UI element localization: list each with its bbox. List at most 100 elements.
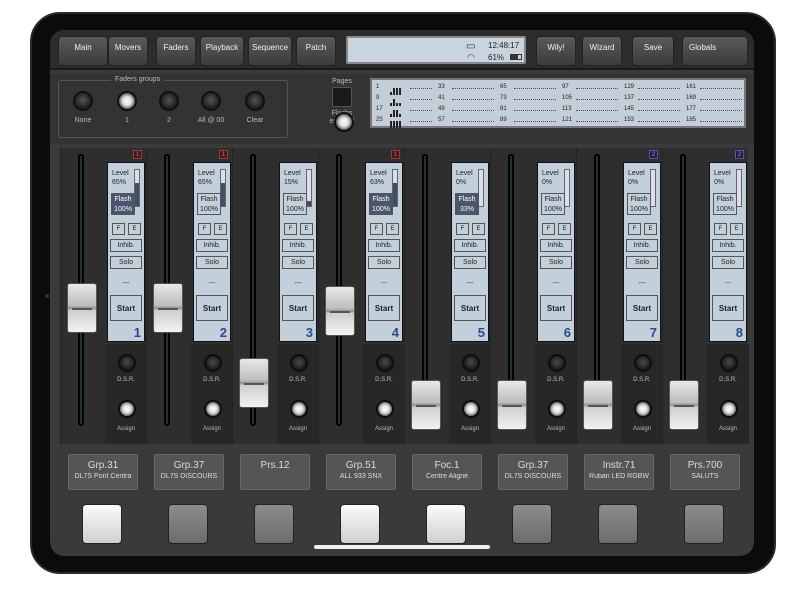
page-row[interactable]: 161 [684, 82, 744, 93]
toolbar-playback-button[interactable]: Playback [200, 36, 244, 66]
toolbar-movers-button[interactable]: Movers [108, 36, 148, 66]
page-row[interactable]: 129 [622, 82, 682, 93]
e-button[interactable]: E [730, 223, 743, 235]
page-row[interactable]: 73 [498, 93, 558, 104]
solo-button[interactable]: Solo [368, 256, 400, 269]
fader-handle[interactable] [239, 357, 269, 408]
flash-button[interactable]: Flash 33% [455, 193, 479, 215]
start-button[interactable]: Start [712, 295, 744, 321]
solo-button[interactable]: Solo [540, 256, 572, 269]
start-button[interactable]: Start [196, 295, 228, 321]
flash-pad-8[interactable] [684, 504, 724, 544]
fader-handle[interactable] [153, 282, 183, 333]
flash-button[interactable]: Flash 100% [369, 193, 393, 215]
flash-button[interactable]: Flash 100% [627, 193, 651, 215]
fader-handle[interactable] [497, 380, 527, 430]
fader-name-display[interactable]: Grp.37 DL7S DISCOURS [498, 454, 568, 490]
toolbar-main-button[interactable]: Main [58, 36, 108, 66]
flash-pad-5[interactable] [426, 504, 466, 544]
flash-button[interactable]: Flash 100% [111, 193, 135, 215]
page-row[interactable]: 49 [436, 104, 496, 115]
inhib-button[interactable]: Inhib. [368, 239, 400, 252]
page-row[interactable]: 25 [374, 115, 434, 128]
e-button[interactable]: E [300, 223, 313, 235]
page-row[interactable]: 57 [436, 115, 496, 126]
flash-button[interactable]: Flash 100% [541, 193, 565, 215]
dsr-knob[interactable] [290, 354, 308, 372]
flash-button[interactable]: Flash 100% [713, 193, 737, 215]
e-button[interactable]: E [472, 223, 485, 235]
inhib-button[interactable]: Inhib. [110, 239, 142, 252]
toolbar-wizard-button[interactable]: Wizard [582, 36, 622, 66]
group-knob-1[interactable] [117, 91, 137, 111]
fader-handle[interactable] [325, 285, 355, 336]
inhib-button[interactable]: Inhib. [540, 239, 572, 252]
assign-knob[interactable] [720, 400, 738, 418]
assign-knob[interactable] [548, 400, 566, 418]
assign-knob[interactable] [376, 400, 394, 418]
page-row[interactable]: 33 [436, 82, 496, 93]
flash-pad-1[interactable] [82, 504, 122, 544]
inhib-button[interactable]: Inhib. [712, 239, 744, 252]
flash-button[interactable]: Flash 100% [283, 193, 307, 215]
assign-knob[interactable] [204, 400, 222, 418]
page-row[interactable]: 105 [560, 93, 620, 104]
fader-handle[interactable] [583, 380, 613, 430]
flash-pad-4[interactable] [340, 504, 380, 544]
page-row[interactable]: 113 [560, 104, 620, 115]
page-row[interactable]: 177 [684, 104, 744, 115]
f-button[interactable]: F [370, 223, 383, 235]
inhib-button[interactable]: Inhib. [196, 239, 228, 252]
start-button[interactable]: Start [368, 295, 400, 321]
f-button[interactable]: F [112, 223, 125, 235]
e-button[interactable]: E [128, 223, 141, 235]
dsr-knob[interactable] [548, 354, 566, 372]
page-row[interactable]: 65 [498, 82, 558, 93]
solo-button[interactable]: Solo [282, 256, 314, 269]
dsr-knob[interactable] [118, 354, 136, 372]
page-row[interactable]: 1 [374, 82, 434, 95]
fader-handle[interactable] [411, 380, 441, 430]
toolbar-wily-button[interactable]: Wily! [536, 36, 576, 66]
fader-name-display[interactable]: Grp.31 DL7S Pont Centra [68, 454, 138, 490]
group-knob-4[interactable] [245, 91, 265, 111]
inhib-button[interactable]: Inhib. [626, 239, 658, 252]
dsr-knob[interactable] [376, 354, 394, 372]
fader-name-display[interactable]: Grp.51 ALL 933 SNX [326, 454, 396, 490]
solo-button[interactable]: Solo [712, 256, 744, 269]
fader-handle[interactable] [67, 282, 97, 333]
dsr-knob[interactable] [204, 354, 222, 372]
flash-pad-3[interactable] [254, 504, 294, 544]
page-row[interactable]: 169 [684, 93, 744, 104]
solo-button[interactable]: Solo [454, 256, 486, 269]
dsr-knob[interactable] [462, 354, 480, 372]
assign-knob[interactable] [634, 400, 652, 418]
page-row[interactable]: 9 [374, 93, 434, 106]
pages-button[interactable] [332, 87, 352, 107]
f-button[interactable]: F [456, 223, 469, 235]
flash-pad-6[interactable] [512, 504, 552, 544]
fader-handle[interactable] [669, 380, 699, 430]
flash-pad-7[interactable] [598, 504, 638, 544]
page-row[interactable]: 97 [560, 82, 620, 93]
toolbar-globals-button[interactable]: Globals [682, 36, 748, 66]
flash-pad-2[interactable] [168, 504, 208, 544]
solo-button[interactable]: Solo [110, 256, 142, 269]
e-button[interactable]: E [214, 223, 227, 235]
page-row[interactable]: 185 [684, 115, 744, 126]
start-button[interactable]: Start [454, 295, 486, 321]
f-button[interactable]: F [714, 223, 727, 235]
f-button[interactable]: F [198, 223, 211, 235]
start-button[interactable]: Start [282, 295, 314, 321]
toolbar-sequence-button[interactable]: Sequence [248, 36, 292, 66]
e-button[interactable]: E [386, 223, 399, 235]
page-row[interactable]: 81 [498, 104, 558, 115]
dsr-knob[interactable] [720, 354, 738, 372]
page-row[interactable]: 17 [374, 104, 434, 117]
start-button[interactable]: Start [540, 295, 572, 321]
toolbar-patch-button[interactable]: Patch [296, 36, 336, 66]
fader-name-display[interactable]: Prs.12 [240, 454, 310, 490]
inhib-button[interactable]: Inhib. [282, 239, 314, 252]
fader-name-display[interactable]: Prs.700 SALUTS [670, 454, 740, 490]
f-button[interactable]: F [542, 223, 555, 235]
